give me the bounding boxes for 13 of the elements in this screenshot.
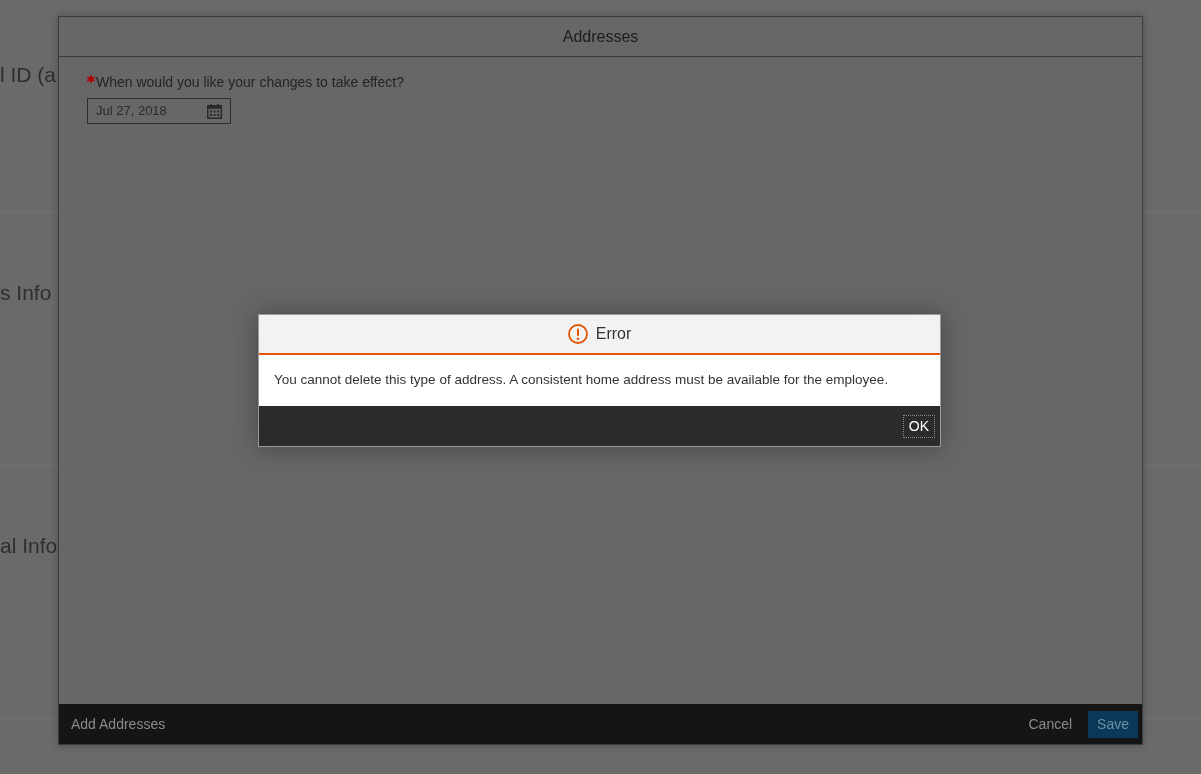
footer-title: Add Addresses — [71, 714, 166, 734]
error-title: Error — [595, 324, 632, 344]
dialog-title: Addresses — [562, 26, 639, 47]
section-title: l ID (a — [0, 62, 56, 88]
field-label: When would you like your changes to take effect? — [96, 74, 404, 90]
section-title: al Info — [0, 533, 58, 559]
error-icon — [567, 324, 588, 344]
error-message: You cannot delete this type of address. A consistent home address must be available for the employee. — [274, 371, 889, 390]
calendar-icon[interactable] — [207, 103, 222, 119]
section-title: s Info — [0, 280, 52, 306]
save-button[interactable]: Save — [1088, 710, 1138, 738]
cancel-button[interactable]: Cancel — [1026, 709, 1075, 739]
ok-button[interactable]: OK — [902, 414, 935, 438]
